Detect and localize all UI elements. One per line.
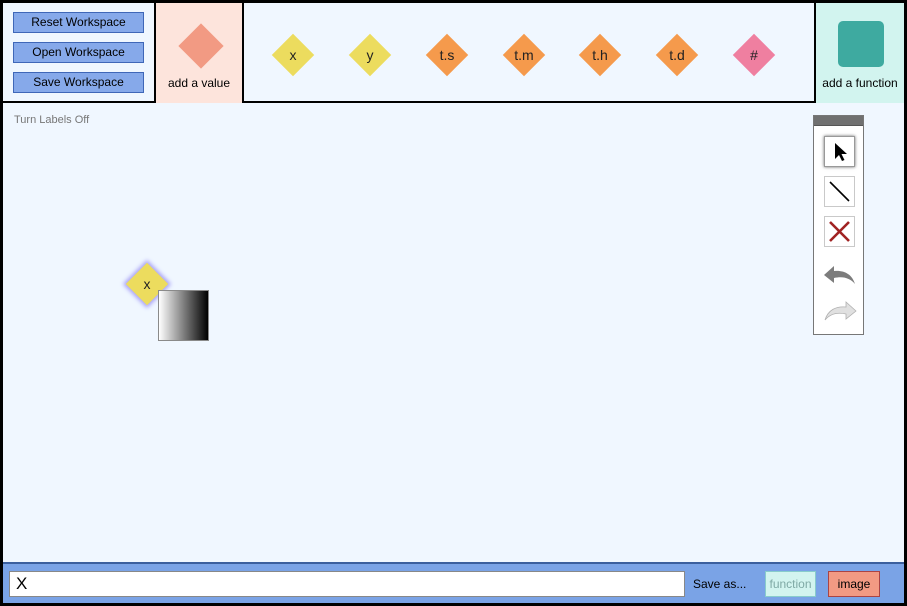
palette-value-ts[interactable]: t.s: [425, 33, 469, 77]
workspace-buttons: Reset Workspace Open Workspace Save Work…: [13, 12, 144, 102]
save-as-label: Save as...: [693, 577, 747, 591]
palette-value-constant[interactable]: #: [732, 33, 776, 77]
palette-label: y: [366, 47, 374, 63]
workspace-window: Reset Workspace Open Workspace Save Work…: [0, 0, 907, 606]
function-square-icon: [838, 21, 884, 67]
top-toolbar: Reset Workspace Open Workspace Save Work…: [3, 3, 904, 103]
undo-button[interactable]: [822, 262, 858, 288]
save-as-image-button[interactable]: image: [828, 571, 880, 597]
add-value-label: add a value: [167, 76, 231, 90]
reset-workspace-button[interactable]: Reset Workspace: [13, 12, 144, 33]
redo-button[interactable]: [822, 298, 858, 324]
palette-value-th[interactable]: t.h: [578, 33, 622, 77]
palette-value-x[interactable]: x: [271, 33, 315, 77]
line-tool-button[interactable]: [824, 176, 855, 207]
undo-icon: [824, 266, 855, 284]
add-value-button[interactable]: add a value: [154, 3, 244, 103]
add-function-button[interactable]: add a function: [814, 3, 904, 103]
delete-x-icon: [829, 221, 850, 242]
save-workspace-button[interactable]: Save Workspace: [13, 72, 144, 93]
pointer-icon: [835, 143, 847, 161]
tool-panel: [813, 115, 864, 335]
palette-value-tm[interactable]: t.m: [502, 33, 546, 77]
delete-tool-button[interactable]: [824, 216, 855, 247]
palette-value-td[interactable]: t.d: [655, 33, 699, 77]
palette-label: x: [289, 47, 297, 63]
select-tool-button[interactable]: [824, 136, 855, 167]
expression-input[interactable]: [9, 571, 685, 597]
palette-label: t.d: [669, 47, 685, 63]
line-icon: [829, 181, 850, 202]
redo-icon: [824, 301, 857, 321]
value-diamond-icon: [178, 23, 224, 69]
save-as-function-button[interactable]: function: [765, 571, 816, 597]
tool-panel-drag-handle[interactable]: [814, 116, 863, 126]
toggle-labels-link[interactable]: Turn Labels Off: [14, 114, 89, 126]
open-workspace-button[interactable]: Open Workspace: [13, 42, 144, 63]
render-preview-image[interactable]: [158, 290, 209, 341]
palette-label: #: [750, 47, 758, 63]
workspace-canvas[interactable]: Turn Labels Off x: [3, 105, 904, 562]
palette-label: t.s: [439, 47, 455, 63]
palette-label: t.m: [514, 47, 534, 63]
bottom-bar: Save as... function image: [3, 562, 904, 603]
add-function-label: add a function: [822, 76, 898, 90]
palette-value-y[interactable]: y: [348, 33, 392, 77]
palette-label: t.h: [592, 47, 608, 63]
